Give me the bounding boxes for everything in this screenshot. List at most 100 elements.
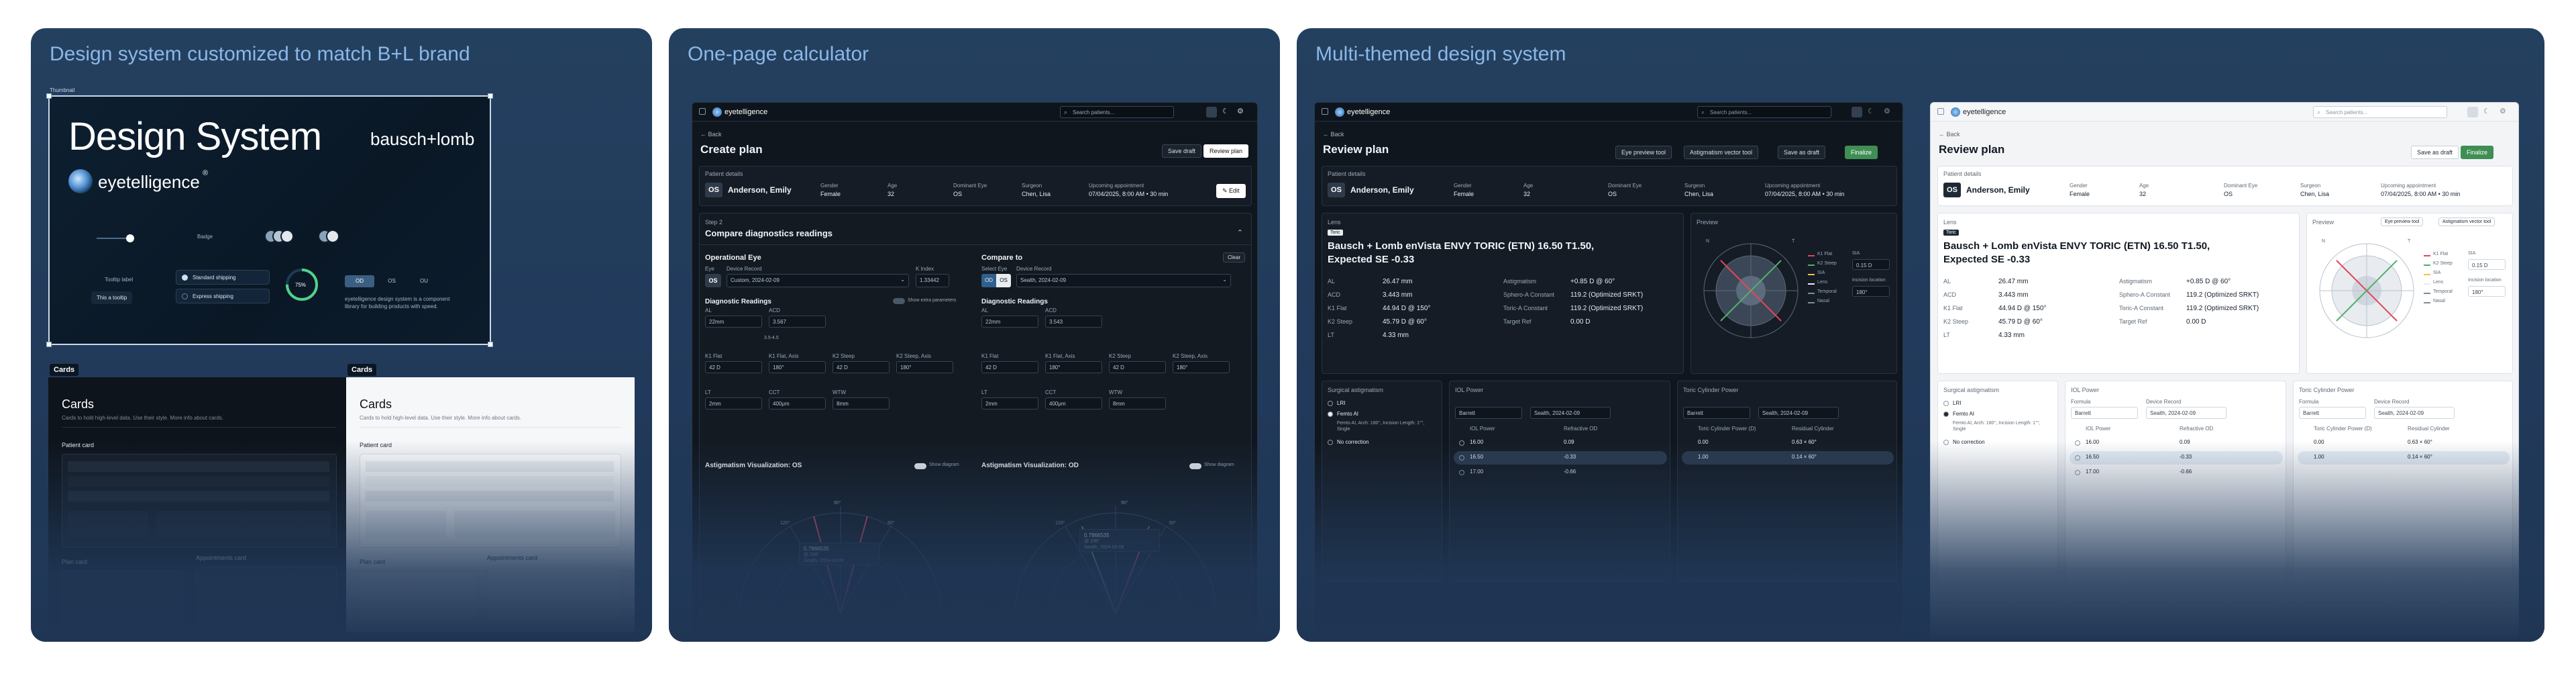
cards-light-thumbnail[interactable]: Cards Cards to hold high-level data. Use… (346, 377, 635, 632)
clear-button[interactable]: Clear (1223, 252, 1246, 262)
segment-od[interactable]: OD (981, 274, 996, 287)
search-input[interactable]: ⌕ Search patients... (2313, 106, 2447, 118)
radio-icon[interactable] (1943, 412, 1949, 417)
segment-os[interactable]: OS (996, 274, 1011, 287)
toggle-switch[interactable] (893, 298, 905, 304)
table-row[interactable] (1682, 451, 1894, 465)
radio-icon[interactable] (1459, 470, 1464, 475)
sia-input[interactable]: 0.15 D (2468, 259, 2506, 270)
search-input[interactable]: ⌕ Search patients... (1697, 106, 1831, 118)
reading-input[interactable]: 3.543 (1045, 316, 1102, 328)
table-row[interactable] (1454, 451, 1667, 465)
radio-icon[interactable] (1328, 412, 1333, 417)
eye-preview-button[interactable]: Eye preview tool (2381, 218, 2424, 226)
back-link[interactable]: ← Back (1323, 131, 1344, 138)
edit-button[interactable]: ✎ Edit (1216, 184, 1246, 198)
formula-select[interactable]: Barrett (1455, 407, 1522, 419)
back-link[interactable]: ← Back (1939, 131, 1960, 138)
incision-input[interactable]: 180° (1852, 286, 1890, 297)
gear-icon[interactable]: ⚙ (1237, 107, 1244, 115)
cards-dark-thumbnail[interactable]: Cards Cards to hold high-level data. Use… (48, 377, 350, 632)
astig-vector-button[interactable]: Astigmatism vector tool (1684, 146, 1759, 159)
eye-preview-button[interactable]: Eye preview tool (1615, 146, 1672, 159)
plan-card[interactable] (62, 571, 182, 624)
review-plan-button[interactable]: Review plan (1203, 144, 1249, 158)
design-system-thumbnail[interactable]: Thumbnail Design System bausch+lomb eyet… (46, 87, 493, 347)
resize-handle[interactable] (46, 93, 52, 99)
moon-icon[interactable]: ☾ (2483, 107, 2490, 115)
chevron-up-icon[interactable]: ⌃ (1237, 228, 1243, 237)
reading-input[interactable]: 42 D (981, 361, 1038, 373)
table-row[interactable] (2070, 451, 2283, 465)
radio-option[interactable]: Standard shipping (176, 270, 270, 285)
table-row[interactable] (1682, 436, 1894, 450)
reading-input[interactable]: 180° (1173, 361, 1230, 373)
reading-input[interactable]: 400μm (769, 397, 826, 410)
radio-icon[interactable] (1943, 440, 1949, 445)
reading-input[interactable]: 3.567 (769, 316, 826, 328)
gear-icon[interactable]: ⚙ (2500, 107, 2506, 115)
radio-icon[interactable] (2075, 455, 2080, 461)
reading-input[interactable]: 22mm (981, 316, 1038, 328)
slider-track[interactable] (97, 238, 130, 239)
segment-os[interactable]: OS (377, 275, 407, 287)
radio-icon[interactable] (2075, 440, 2080, 446)
reading-input[interactable]: 180° (1045, 361, 1102, 373)
appointments-card[interactable] (196, 567, 337, 624)
save-draft-button[interactable]: Save as draft (1778, 146, 1826, 159)
device-select[interactable]: Sealth, 2024-02-09 (2146, 407, 2226, 419)
astig-vector-button[interactable]: Astigmatism vector tool (2438, 218, 2496, 226)
appointments-card[interactable] (487, 567, 621, 624)
table-row[interactable] (1454, 436, 1667, 450)
plan-card[interactable] (360, 571, 477, 624)
table-row[interactable] (2070, 436, 2283, 450)
device-select[interactable]: Sealth, 2024-02-09 (1530, 407, 1611, 419)
search-input[interactable]: ⌕ Search patients... (1060, 106, 1174, 118)
table-row[interactable] (1454, 466, 1667, 479)
compare-device-select[interactable]: Sealth, 2024-02-09 ⌄ (1016, 274, 1231, 287)
incision-input[interactable]: 180° (2468, 286, 2506, 297)
reading-input[interactable]: 42 D (1109, 361, 1166, 373)
reading-input[interactable]: 42 D (705, 361, 762, 373)
reading-input[interactable]: 42 D (833, 361, 890, 373)
table-row[interactable] (2298, 436, 2510, 450)
table-row[interactable] (2070, 466, 2283, 479)
save-draft-button[interactable]: Save draft (1162, 144, 1202, 158)
theme-toggle-icon[interactable] (1851, 107, 1862, 117)
radio-option[interactable]: Express shipping (176, 289, 270, 303)
radio-icon[interactable] (1459, 455, 1464, 461)
formula-select[interactable]: Barrett (1683, 407, 1750, 419)
patient-card[interactable] (62, 454, 337, 548)
radio-icon[interactable] (2075, 470, 2080, 475)
sidebar-toggle-icon[interactable] (699, 108, 706, 115)
radio-icon[interactable] (1328, 440, 1333, 445)
gear-icon[interactable]: ⚙ (1884, 107, 1890, 115)
reading-input[interactable]: 8mm (1109, 397, 1166, 410)
sidebar-toggle-icon[interactable] (1322, 108, 1328, 115)
reading-input[interactable]: 400μm (1045, 397, 1102, 410)
toggle-switch[interactable] (914, 463, 926, 469)
moon-icon[interactable]: ☾ (1222, 107, 1229, 115)
slider-thumb[interactable] (126, 234, 134, 242)
save-draft-button[interactable]: Save as draft (2411, 146, 2459, 159)
sia-input[interactable]: 0.15 D (1852, 259, 1890, 270)
reading-input[interactable]: 8mm (833, 397, 890, 410)
resize-handle[interactable] (46, 342, 52, 347)
radio-icon[interactable] (1328, 401, 1333, 406)
reading-input[interactable]: 22mm (705, 316, 762, 328)
device-select[interactable]: Sealth, 2024-02-09 (1758, 407, 1839, 419)
reading-input[interactable]: 2mm (705, 397, 762, 410)
table-row[interactable] (2298, 451, 2510, 465)
reading-input[interactable]: 2mm (981, 397, 1038, 410)
segment-ou[interactable]: OU (409, 275, 439, 287)
resize-handle[interactable] (488, 342, 493, 347)
theme-toggle-icon[interactable] (1206, 107, 1217, 117)
reading-input[interactable]: 180° (769, 361, 826, 373)
patient-card[interactable] (360, 454, 621, 548)
theme-toggle-icon[interactable] (2467, 107, 2478, 117)
device-record-select[interactable]: Custom, 2024-02-09 ⌄ (727, 274, 909, 287)
sidebar-toggle-icon[interactable] (1937, 108, 1944, 115)
segment-od[interactable]: OD (345, 275, 374, 287)
moon-icon[interactable]: ☾ (1868, 107, 1874, 115)
toggle-switch[interactable] (1189, 463, 1201, 469)
